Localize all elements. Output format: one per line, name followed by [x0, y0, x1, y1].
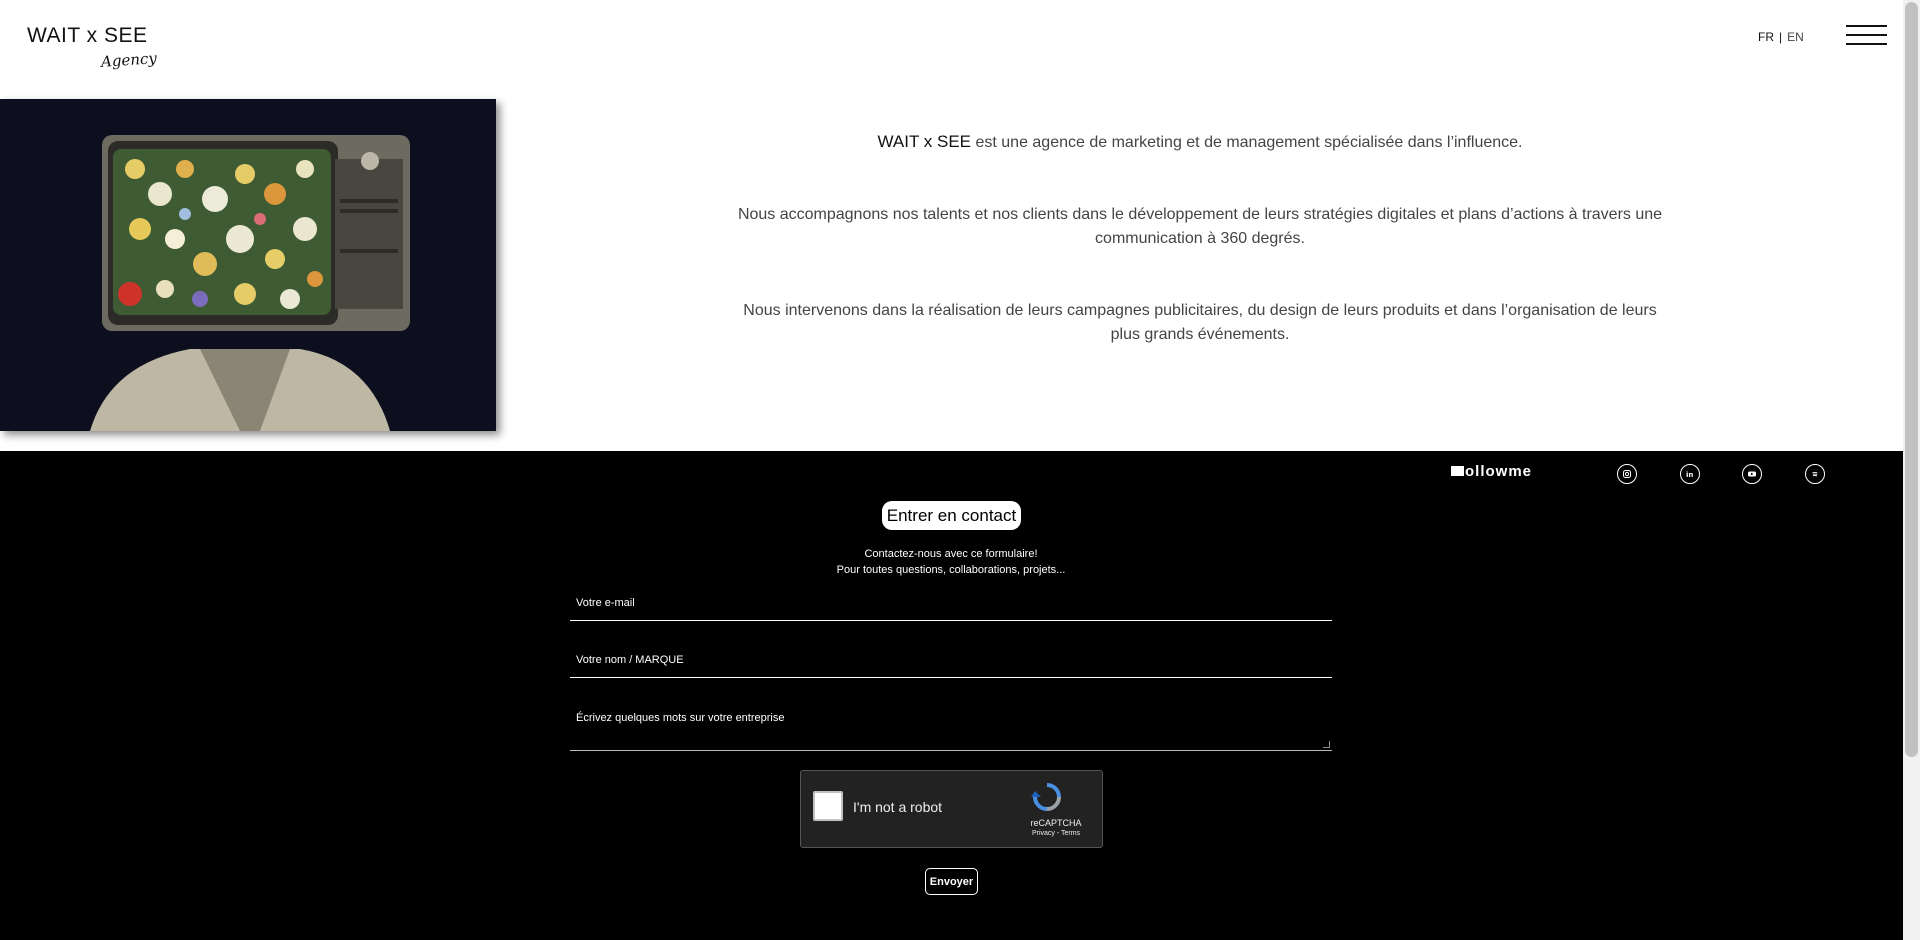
- lang-fr-link[interactable]: FR: [1758, 30, 1774, 44]
- message-field[interactable]: Écrivez quelques mots sur votre entrepri…: [570, 712, 1332, 751]
- intro-paragraph-2: Nous accompagnons nos talents et nos cli…: [737, 206, 1663, 247]
- logo-main-text: WAIT x SEE: [27, 24, 148, 47]
- intro-paragraph-1: WAIT x SEE est une agence de marketing e…: [730, 130, 1670, 155]
- follow-label: ollowme: [1465, 463, 1533, 480]
- logo[interactable]: WAIT x SEE Agency: [27, 24, 157, 76]
- contact-subtitle: Contactez-nous avec ce formulaire! Pour …: [700, 546, 1202, 578]
- follow-me: ollowme: [1451, 463, 1532, 480]
- contact-line-2: Pour toutes questions, collaborations, p…: [836, 564, 1066, 576]
- intro-text: WAIT x SEE est une agence de marketing e…: [730, 130, 1670, 395]
- hero-image: [0, 99, 496, 431]
- linkedin-icon[interactable]: in: [1680, 464, 1700, 484]
- follow-icon: [1451, 466, 1464, 476]
- youtube-icon[interactable]: [1742, 464, 1762, 484]
- hamburger-icon[interactable]: [1846, 25, 1887, 47]
- recaptcha-logo-icon: [1031, 783, 1061, 811]
- lang-separator: |: [1779, 30, 1783, 44]
- intro-paragraph-3: Nous intervenons dans la réalisation de …: [743, 302, 1657, 343]
- scrollbar-thumb[interactable]: [1905, 2, 1918, 757]
- logo-sub-text: Agency: [100, 49, 158, 71]
- recaptcha-widget: I'm not a robot reCAPTCHA Privacy - Term…: [800, 770, 1103, 848]
- captcha-terms[interactable]: Privacy - Terms: [1016, 830, 1096, 837]
- name-field[interactable]: Votre nom / MARQUE: [570, 654, 1332, 678]
- email-field[interactable]: Votre e-mail: [570, 597, 1332, 621]
- scrollbar[interactable]: [1903, 0, 1920, 940]
- instagram-icon[interactable]: [1617, 464, 1637, 484]
- intro-brand: WAIT x SEE: [877, 132, 972, 151]
- lang-en-link[interactable]: EN: [1787, 30, 1804, 44]
- spotify-icon[interactable]: [1805, 464, 1825, 484]
- captcha-brand: reCAPTCHA: [1030, 818, 1082, 828]
- svg-text:in: in: [1686, 471, 1693, 479]
- language-switcher: FR | EN: [1758, 30, 1804, 44]
- email-placeholder: Votre e-mail: [576, 597, 635, 609]
- send-button[interactable]: Envoyer: [925, 868, 978, 895]
- contact-button[interactable]: Entrer en contact: [882, 501, 1021, 530]
- resize-handle-icon[interactable]: [1323, 741, 1330, 748]
- contact-section: ollowme in Entrer en contact Contactez-n…: [0, 451, 1903, 940]
- captcha-label: I'm not a robot: [853, 799, 943, 815]
- captcha-checkbox[interactable]: [813, 791, 843, 821]
- intro-p1-text: est une agence de marketing et de manage…: [971, 134, 1523, 151]
- contact-line-1: Contactez-nous avec ce formulaire!: [864, 548, 1038, 560]
- message-placeholder: Écrivez quelques mots sur votre entrepri…: [576, 712, 785, 724]
- name-placeholder: Votre nom / MARQUE: [576, 654, 684, 666]
